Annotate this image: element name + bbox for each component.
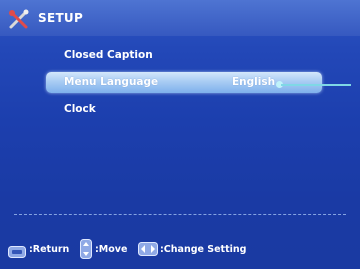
menu-item-value: English [232,76,276,88]
menu-item-closed-caption[interactable]: Closed Caption [46,45,322,66]
menu-header: SETUP [0,0,360,36]
page-title: SETUP [38,11,84,25]
menu-item-label: Clock [64,103,96,115]
left-right-key-icon [138,241,158,260]
menu-key-icon [8,243,26,262]
hint-change-setting-text: :Change Setting [160,244,247,255]
menu-item-label: Menu Language [64,76,159,88]
hint-move-text: :Move [95,244,128,255]
footer-hints: :Return :Move :Change Setting [0,233,360,269]
pointer-line [281,84,351,86]
tools-icon [8,9,30,31]
menu-item-clock[interactable]: Clock [46,99,322,120]
hint-return-text: :Return [29,244,70,255]
setup-menu-screen: SETUP Closed Caption Menu Language Engli… [0,0,360,269]
up-down-key-icon [80,239,92,263]
divider [14,214,346,215]
menu-item-label: Closed Caption [64,49,153,61]
